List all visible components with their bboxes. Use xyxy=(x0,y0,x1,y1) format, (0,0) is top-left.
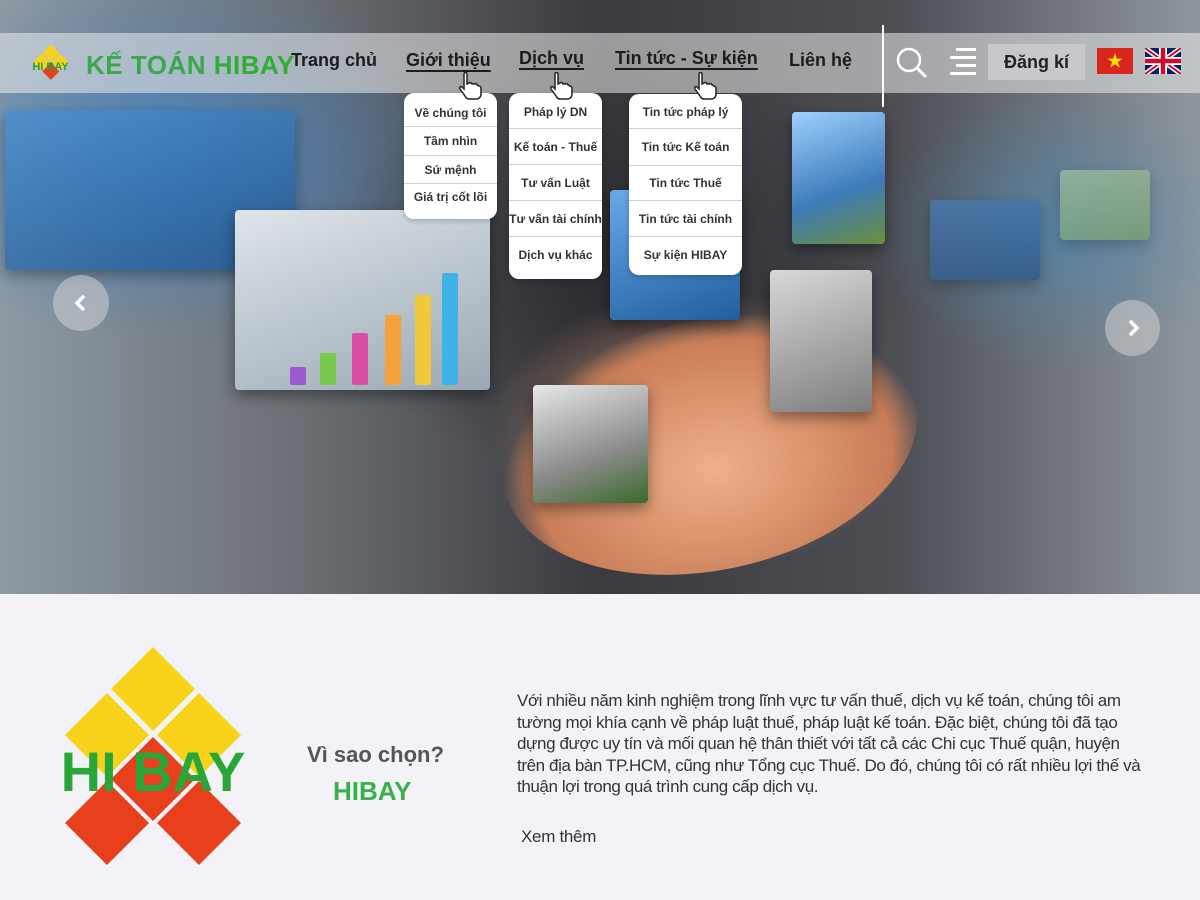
logo-icon[interactable]: HI BAY xyxy=(28,40,73,88)
brand-highlight: HIBAY xyxy=(213,50,295,80)
hero-image-panel xyxy=(792,112,885,244)
read-more-link[interactable]: Xem thêm xyxy=(521,827,596,847)
search-icon[interactable] xyxy=(895,46,929,80)
dropdown-item-finance-consulting[interactable]: Tư vấn tài chính xyxy=(509,201,602,237)
hero-image-panel xyxy=(930,200,1040,280)
brand-prefix: KẾ TOÁN xyxy=(86,50,207,80)
hand-cursor-icon xyxy=(550,72,573,100)
dropdown-item-legal[interactable]: Pháp lý DN xyxy=(509,95,602,129)
large-logo-text: HI BAY xyxy=(61,740,246,803)
why-heading: Vì sao chọn? xyxy=(307,742,444,767)
chevron-right-icon xyxy=(1128,319,1139,337)
dropdown-item-hibay-events[interactable]: Sự kiện HIBAY xyxy=(629,237,742,273)
dropdown-item-about-us[interactable]: Về chúng tôi xyxy=(404,99,497,127)
services-dropdown: Pháp lý DN Kế toán - Thuế Tư vấn Luật Tư… xyxy=(509,93,602,279)
dropdown-item-legal-news[interactable]: Tin tức pháp lý xyxy=(629,95,742,129)
nav-divider xyxy=(882,25,884,107)
dropdown-item-finance-news[interactable]: Tin tức tài chính xyxy=(629,201,742,237)
dropdown-item-law-consulting[interactable]: Tư vấn Luật xyxy=(509,165,602,201)
news-dropdown: Tin tức pháp lý Tin tức Kế toán Tin tức … xyxy=(629,94,742,275)
brand-name[interactable]: KẾ TOÁN HIBAY xyxy=(86,50,295,81)
hand-cursor-icon xyxy=(694,72,717,100)
logo-text: HI BAY xyxy=(32,61,69,73)
about-dropdown: Về chúng tôi Tầm nhìn Sứ mệnh Giá trị cố… xyxy=(404,93,497,219)
hand-cursor-icon xyxy=(459,72,482,100)
uk-flag-icon[interactable] xyxy=(1145,48,1181,74)
slider-prev-button[interactable] xyxy=(53,275,109,331)
dropdown-item-mission[interactable]: Sứ mệnh xyxy=(404,156,497,184)
nav-about[interactable]: Giới thiệu xyxy=(406,50,491,71)
hero-image-panel xyxy=(1060,170,1150,240)
hero-bar-graphic xyxy=(290,270,460,385)
dropdown-item-accounting-news[interactable]: Tin tức Kế toán xyxy=(629,129,742,166)
dropdown-item-core-values[interactable]: Giá trị cốt lõi xyxy=(404,184,497,210)
dropdown-item-other-services[interactable]: Dịch vụ khác xyxy=(509,237,602,273)
chevron-left-icon xyxy=(74,294,86,312)
register-button[interactable]: Đăng kí xyxy=(988,44,1085,80)
hero-image-panel xyxy=(533,385,648,503)
why-brand: HIBAY xyxy=(333,776,412,806)
dropdown-item-vision[interactable]: Tầm nhìn xyxy=(404,127,497,156)
hero-image-panel xyxy=(770,270,872,412)
nav-contact[interactable]: Liên hệ xyxy=(789,50,852,71)
nav-home[interactable]: Trang chủ xyxy=(291,50,377,71)
nav-news[interactable]: Tin tức - Sự kiện xyxy=(615,48,758,69)
hamburger-menu-icon[interactable] xyxy=(948,46,978,76)
hibay-large-logo: HI BAY xyxy=(61,647,246,865)
why-description: Với nhiều năm kinh nghiệm trong lĩnh vực… xyxy=(517,691,1141,797)
vietnam-flag-icon[interactable] xyxy=(1097,48,1133,74)
dropdown-item-accounting-tax[interactable]: Kế toán - Thuế xyxy=(509,129,602,165)
nav-services[interactable]: Dịch vụ xyxy=(519,48,584,69)
slider-next-button[interactable] xyxy=(1105,300,1160,356)
dropdown-item-tax-news[interactable]: Tin tức Thuế xyxy=(629,166,742,201)
